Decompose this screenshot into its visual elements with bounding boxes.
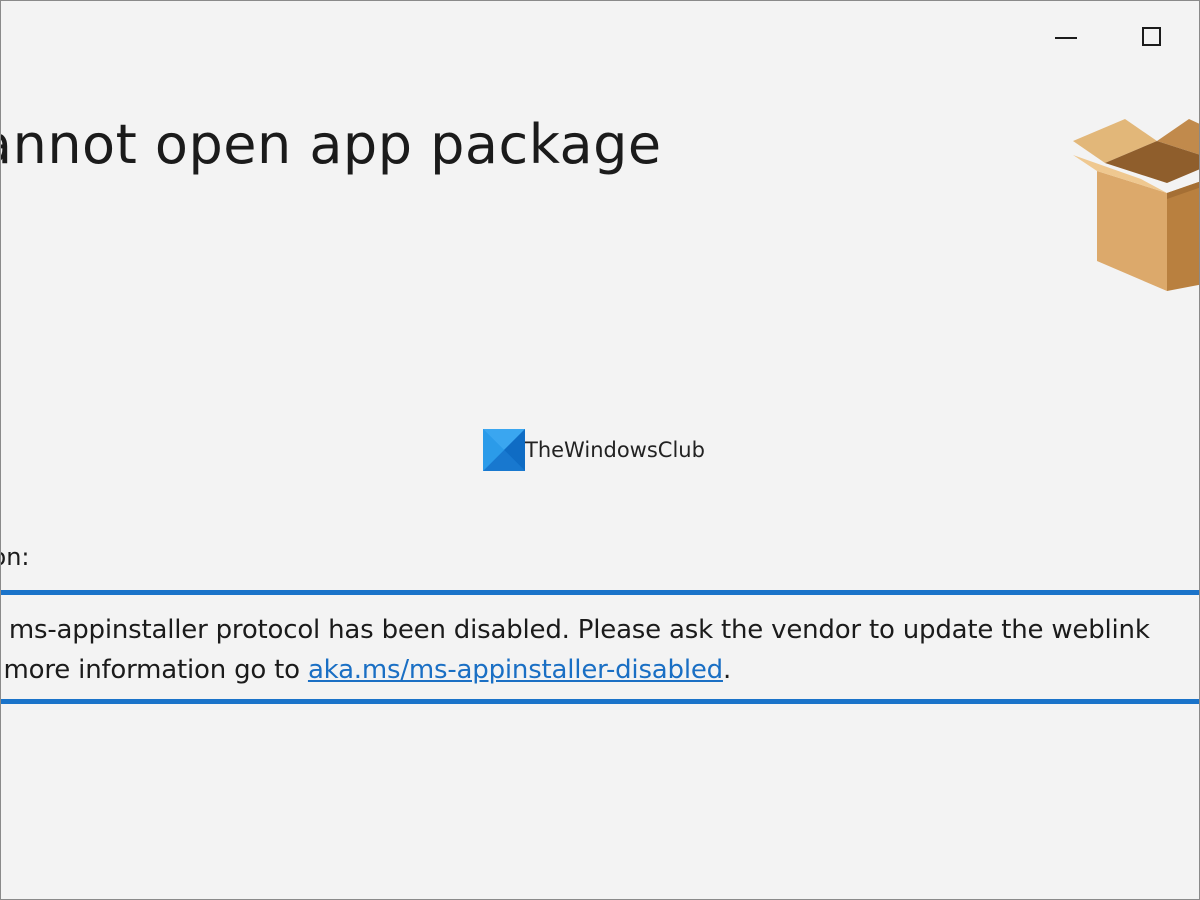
thewindowsclub-logo-icon [483, 429, 525, 471]
reason-label: son: [1, 543, 30, 571]
watermark: TheWindowsClub [483, 429, 705, 471]
package-box-icon [1073, 119, 1199, 291]
maximize-button[interactable] [1131, 19, 1179, 59]
reason-text-prefix: r more information go to [0, 655, 308, 685]
more-info-link[interactable]: aka.ms/ms-appinstaller-disabled [308, 655, 723, 685]
watermark-text: TheWindowsClub [525, 438, 705, 462]
minimize-icon [1055, 37, 1077, 39]
reason-text-line-2: r more information go to aka.ms/ms-appin… [0, 655, 732, 685]
reason-text-suffix: . [722, 655, 732, 685]
app-installer-window: annot open app package TheWindowsClub so… [0, 0, 1200, 900]
page-title: annot open app package [0, 113, 662, 176]
reason-text-line-1: e ms-appinstaller protocol has been disa… [0, 615, 1150, 645]
maximize-icon [1142, 27, 1161, 46]
reason-box [1, 590, 1199, 704]
minimize-button[interactable] [1043, 19, 1091, 59]
